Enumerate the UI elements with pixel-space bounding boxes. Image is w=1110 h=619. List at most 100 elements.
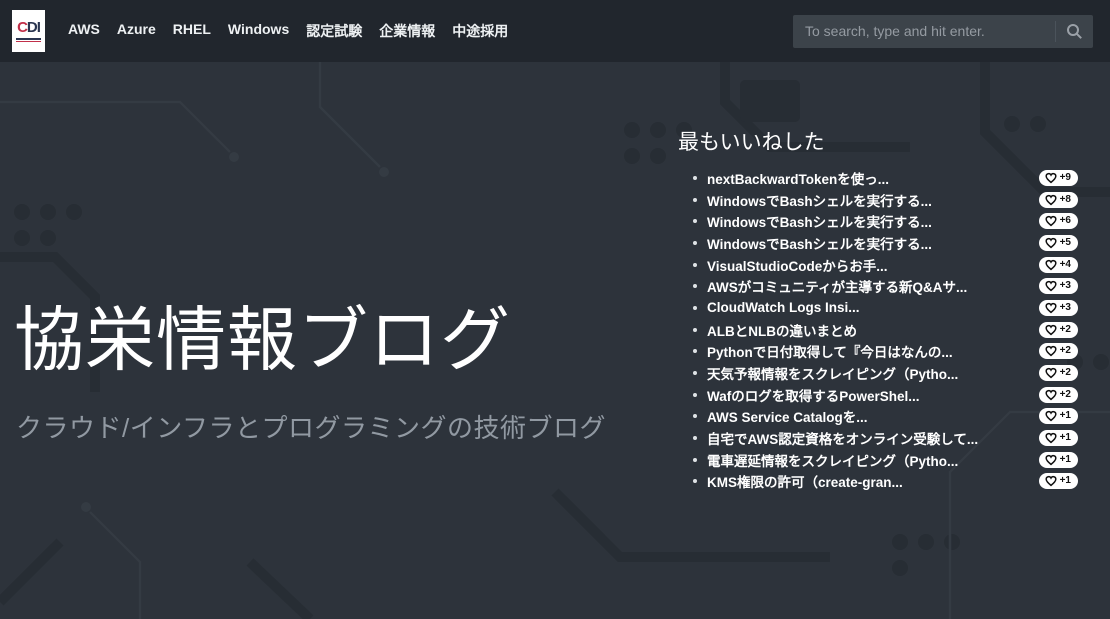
heart-icon — [1045, 302, 1057, 314]
list-item[interactable]: 自宅でAWS認定資格をオンライン受験して... +1 — [678, 427, 1078, 449]
search-button[interactable] — [1055, 21, 1093, 42]
widget-title: 最もいいねした — [678, 126, 1078, 156]
logo-subtext-line — [16, 38, 41, 40]
bullet-icon — [693, 479, 697, 483]
heart-icon — [1045, 215, 1057, 227]
nav-item-1[interactable]: Azure — [117, 21, 156, 37]
site-logo[interactable]: CDI — [12, 10, 45, 52]
like-badge: +1 — [1039, 473, 1078, 489]
nav-item: 企業情報 — [379, 21, 435, 41]
like-badge: +1 — [1039, 408, 1078, 424]
like-badge: +2 — [1039, 322, 1078, 338]
article-title[interactable]: WindowsでBashシェルを実行する... — [707, 211, 1031, 231]
list-item[interactable]: WindowsでBashシェルを実行する... +5 — [678, 232, 1078, 254]
like-badge: +2 — [1039, 387, 1078, 403]
bullet-icon — [693, 458, 697, 462]
heart-icon — [1045, 194, 1057, 206]
bullet-icon — [693, 241, 697, 245]
like-badge: +9 — [1039, 170, 1078, 186]
nav-item-5[interactable]: 企業情報 — [379, 23, 435, 39]
like-count: +8 — [1060, 195, 1071, 205]
like-badge: +5 — [1039, 235, 1078, 251]
article-title[interactable]: VisualStudioCodeからお手... — [707, 255, 1031, 275]
heart-icon — [1045, 432, 1057, 444]
nav-item-4[interactable]: 認定試験 — [306, 23, 362, 39]
list-item[interactable]: WindowsでBashシェルを実行する... +6 — [678, 210, 1078, 232]
article-title[interactable]: Pythonで日付取得して『今日はなんの... — [707, 341, 1031, 361]
article-title[interactable]: Wafのログを取得するPowerShel... — [707, 385, 1031, 405]
article-title[interactable]: AWS Service Catalogを... — [707, 406, 1031, 426]
like-badge: +1 — [1039, 452, 1078, 468]
like-count: +2 — [1060, 325, 1071, 335]
bullet-icon — [693, 198, 697, 202]
search-input[interactable] — [793, 23, 1055, 39]
nav-item-2[interactable]: RHEL — [173, 21, 211, 37]
like-count: +2 — [1060, 346, 1071, 356]
article-title[interactable]: AWSがコミュニティが主導する新Q&Aサ... — [707, 276, 1031, 296]
like-count: +2 — [1060, 390, 1071, 400]
heart-icon — [1045, 367, 1057, 379]
list-item[interactable]: 電車遅延情報をスクレイピング（Pytho... +1 — [678, 449, 1078, 471]
logo-text: CDI — [17, 20, 40, 35]
article-title[interactable]: 電車遅延情報をスクレイピング（Pytho... — [707, 450, 1031, 470]
like-count: +5 — [1060, 238, 1071, 248]
like-count: +1 — [1060, 455, 1071, 465]
logo-letters-di: DI — [27, 19, 40, 36]
article-title[interactable]: 自宅でAWS認定資格をオンライン受験して... — [707, 428, 1031, 448]
search-box — [793, 15, 1093, 48]
like-badge: +3 — [1039, 278, 1078, 294]
list-item[interactable]: nextBackwardTokenを使っ... +9 — [678, 167, 1078, 189]
nav-item-3[interactable]: Windows — [228, 21, 289, 37]
article-title[interactable]: WindowsでBashシェルを実行する... — [707, 190, 1031, 210]
nav-item: 認定試験 — [306, 21, 362, 41]
bullet-icon — [693, 371, 697, 375]
list-item[interactable]: Pythonで日付取得して『今日はなんの... +2 — [678, 341, 1078, 363]
like-count: +1 — [1060, 411, 1071, 421]
bullet-icon — [693, 328, 697, 332]
like-count: +9 — [1060, 173, 1071, 183]
like-badge: +1 — [1039, 430, 1078, 446]
heart-icon — [1045, 280, 1057, 292]
heart-icon — [1045, 345, 1057, 357]
bullet-icon — [693, 284, 697, 288]
list-item[interactable]: WindowsでBashシェルを実行する... +8 — [678, 189, 1078, 211]
hero-section: 協栄情報ブログ クラウド/インフラとプログラミングの技術ブログ 最もいいねした … — [0, 62, 1110, 619]
list-item[interactable]: KMS権限の許可（create-gran... +1 — [678, 471, 1078, 493]
list-item[interactable]: ALBとNLBの違いまとめ +2 — [678, 319, 1078, 341]
like-count: +1 — [1060, 433, 1071, 443]
article-title[interactable]: nextBackwardTokenを使っ... — [707, 168, 1031, 188]
heart-icon — [1045, 237, 1057, 249]
list-item[interactable]: Wafのログを取得するPowerShel... +2 — [678, 384, 1078, 406]
main-nav-list: AWS Azure RHEL Windows 認定試験 企業情報 中途採用 — [68, 21, 508, 41]
like-count: +1 — [1060, 476, 1071, 486]
nav-item-6[interactable]: 中途採用 — [452, 23, 508, 39]
heart-icon — [1045, 172, 1057, 184]
list-item[interactable]: 天気予報情報をスクレイピング（Pytho... +2 — [678, 362, 1078, 384]
like-badge: +2 — [1039, 365, 1078, 381]
main-nav: AWS Azure RHEL Windows 認定試験 企業情報 中途採用 — [68, 21, 508, 41]
list-item[interactable]: CloudWatch Logs Insi... +3 — [678, 297, 1078, 319]
like-count: +2 — [1060, 368, 1071, 378]
bullet-icon — [693, 349, 697, 353]
nav-item-0[interactable]: AWS — [68, 21, 100, 37]
list-item[interactable]: AWSがコミュニティが主導する新Q&Aサ... +3 — [678, 275, 1078, 297]
heart-icon — [1045, 259, 1057, 271]
bullet-icon — [693, 263, 697, 267]
nav-item: RHEL — [173, 21, 211, 41]
article-title[interactable]: WindowsでBashシェルを実行する... — [707, 233, 1031, 253]
blog-subtitle: クラウド/インフラとプログラミングの技術ブログ — [16, 408, 606, 445]
article-title[interactable]: CloudWatch Logs Insi... — [707, 300, 1031, 315]
article-title[interactable]: KMS権限の許可（create-gran... — [707, 471, 1031, 491]
heart-icon — [1045, 475, 1057, 487]
like-badge: +2 — [1039, 343, 1078, 359]
most-liked-list: nextBackwardTokenを使っ... +9 WindowsでBashシ… — [678, 167, 1078, 492]
heart-icon — [1045, 410, 1057, 422]
nav-item: Azure — [117, 21, 156, 41]
list-item[interactable]: VisualStudioCodeからお手... +4 — [678, 254, 1078, 276]
article-title[interactable]: 天気予報情報をスクレイピング（Pytho... — [707, 363, 1031, 383]
list-item[interactable]: AWS Service Catalogを... +1 — [678, 406, 1078, 428]
nav-item: Windows — [228, 21, 289, 41]
nav-item: AWS — [68, 21, 100, 41]
article-title[interactable]: ALBとNLBの違いまとめ — [707, 320, 1031, 340]
bullet-icon — [693, 176, 697, 180]
